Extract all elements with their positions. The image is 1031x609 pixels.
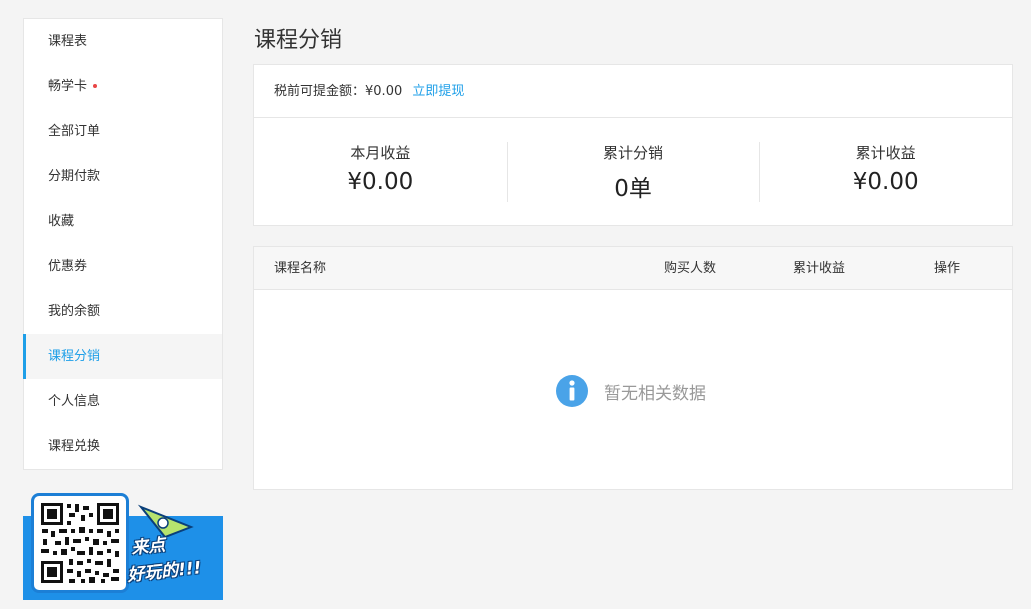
sidebar-item-label: 个人信息 xyxy=(48,394,101,409)
stat-label: 累计分销 xyxy=(603,144,664,162)
notification-dot-icon xyxy=(93,83,98,88)
withdrawable-label: 税前可提金额： xyxy=(274,84,366,99)
sidebar-item-vip-card[interactable]: 畅学卡 xyxy=(24,64,222,109)
stat-label: 本月收益 xyxy=(350,144,411,162)
withdrawable-amount: ¥0.00 xyxy=(365,84,403,99)
table-header: 课程名称 购买人数 累计收益 操作 xyxy=(254,247,1012,290)
stats-row: 本月收益 ¥0.00 累计分销 0单 累计收益 ¥0.00 xyxy=(254,118,1012,226)
sidebar-nav: 课程表 畅学卡 全部订单 分期付款 收藏 优惠券 我的余额 课程分销 个人信息 … xyxy=(23,18,223,470)
sidebar-item-label: 我的余额 xyxy=(48,304,101,319)
sidebar-item-label: 分期付款 xyxy=(48,169,101,184)
distribution-table: 课程名称 购买人数 累计收益 操作 暂无相关数据 xyxy=(253,246,1013,490)
sidebar-item-installments[interactable]: 分期付款 xyxy=(24,154,222,199)
sidebar-item-favorites[interactable]: 收藏 xyxy=(24,199,222,244)
sidebar-item-label: 课程分销 xyxy=(48,349,101,364)
stat-value: ¥0.00 xyxy=(347,169,414,195)
qr-code-icon xyxy=(39,501,121,585)
column-header-buyers: 购买人数 xyxy=(664,261,717,276)
sidebar-item-label: 收藏 xyxy=(48,214,75,229)
sidebar-item-label: 课程表 xyxy=(48,34,88,49)
sidebar-item-label: 畅学卡 xyxy=(48,79,88,94)
stat-value: 0单 xyxy=(614,176,652,202)
column-header-course-name: 课程名称 xyxy=(274,261,327,276)
sidebar-item-balance[interactable]: 我的余额 xyxy=(24,289,222,334)
stat-total-distribution: 累计分销 0单 xyxy=(506,142,760,202)
info-icon xyxy=(556,375,588,407)
promo-text-line1: 来点 xyxy=(130,535,167,559)
empty-state: 暂无相关数据 xyxy=(254,290,1012,490)
sidebar-item-distribution[interactable]: 课程分销 xyxy=(23,334,222,379)
promo-banner[interactable]: 来点 好玩的!!! xyxy=(23,489,223,600)
sidebar-item-orders[interactable]: 全部订单 xyxy=(24,109,222,154)
sidebar-item-redeem[interactable]: 课程兑换 xyxy=(24,424,222,469)
page-title: 课程分销 xyxy=(254,28,343,53)
qr-code xyxy=(31,493,129,593)
stat-label: 累计收益 xyxy=(855,144,916,162)
sidebar-item-profile[interactable]: 个人信息 xyxy=(24,379,222,424)
sidebar-item-label: 全部订单 xyxy=(48,124,101,139)
sidebar-item-label: 优惠券 xyxy=(48,259,88,274)
empty-state-text: 暂无相关数据 xyxy=(604,384,706,404)
withdraw-link[interactable]: 立即提现 xyxy=(412,84,464,99)
earnings-panel: 税前可提金额：¥0.00 立即提现 本月收益 ¥0.00 累计分销 0单 累计收… xyxy=(253,64,1013,226)
stat-total-income: 累计收益 ¥0.00 xyxy=(759,142,1012,202)
stat-value: ¥0.00 xyxy=(852,169,919,195)
stat-monthly-income: 本月收益 ¥0.00 xyxy=(254,142,507,202)
sidebar-item-label: 课程兑换 xyxy=(48,439,101,454)
column-header-action: 操作 xyxy=(934,261,961,276)
withdrawable-row: 税前可提金额：¥0.00 立即提现 xyxy=(254,65,1012,118)
sidebar-item-schedule[interactable]: 课程表 xyxy=(24,19,222,64)
sidebar-item-coupons[interactable]: 优惠券 xyxy=(24,244,222,289)
column-header-income: 累计收益 xyxy=(793,261,846,276)
